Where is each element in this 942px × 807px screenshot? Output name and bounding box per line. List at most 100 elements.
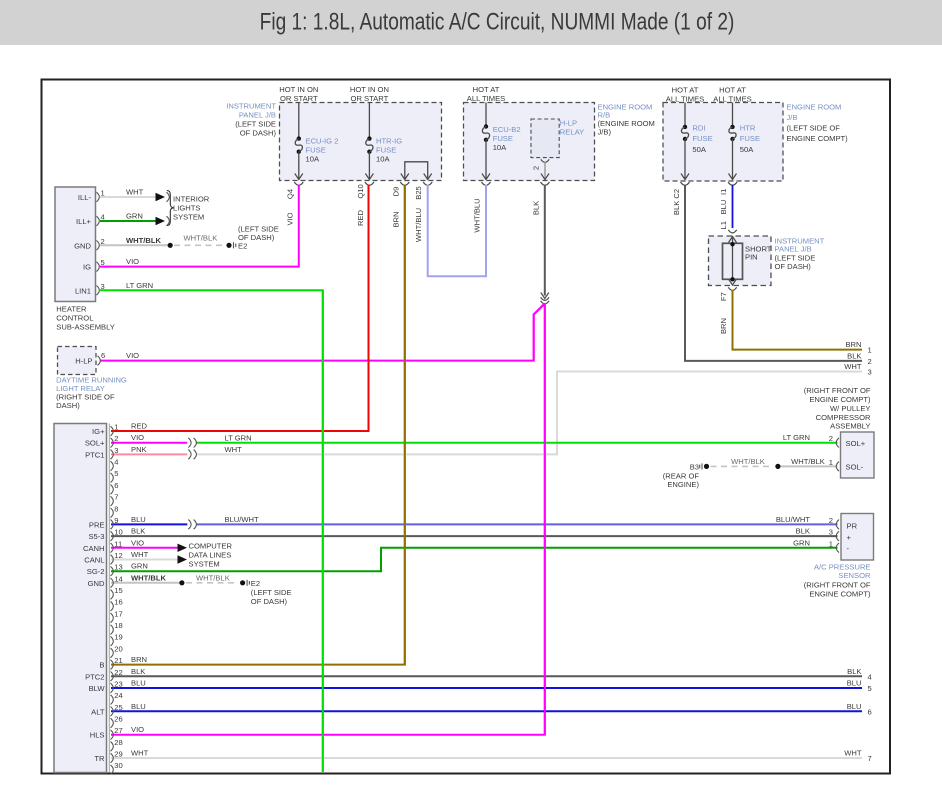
svg-text:L1: L1 <box>719 221 728 229</box>
svg-text:11: 11 <box>114 539 122 548</box>
svg-text:OF DASH): OF DASH) <box>251 597 288 606</box>
svg-text:OR START: OR START <box>280 94 318 103</box>
svg-text:ALL TIMES: ALL TIMES <box>713 95 751 104</box>
svg-text:SG-2: SG-2 <box>87 567 105 576</box>
svg-text:17: 17 <box>114 609 122 618</box>
svg-text:J/B): J/B) <box>598 128 612 137</box>
svg-text:VIO: VIO <box>131 433 144 442</box>
svg-text:D9: D9 <box>391 187 400 197</box>
svg-text:29: 29 <box>114 750 122 759</box>
svg-text:BLU: BLU <box>131 515 146 524</box>
svg-text:CANH: CANH <box>83 544 105 553</box>
svg-text:LT GRN: LT GRN <box>126 281 153 290</box>
svg-text:VIO: VIO <box>126 351 139 360</box>
svg-text:25: 25 <box>114 703 122 712</box>
svg-text:VIO: VIO <box>131 725 144 734</box>
svg-text:GRN: GRN <box>126 212 143 221</box>
svg-text:3: 3 <box>101 282 105 291</box>
svg-text:PANEL J/B: PANEL J/B <box>775 244 812 253</box>
svg-text:1: 1 <box>868 346 872 355</box>
svg-text:Fig 1: 1.8L, Automatic A/C Cir: Fig 1: 1.8L, Automatic A/C Circuit, NUMM… <box>260 7 735 35</box>
svg-text:RDI: RDI <box>692 124 705 133</box>
svg-text:2: 2 <box>829 516 833 525</box>
svg-text:HEATER: HEATER <box>56 304 87 313</box>
svg-text:B: B <box>99 661 104 670</box>
svg-text:FUSE: FUSE <box>306 146 326 155</box>
svg-text:ENGINE ROOM: ENGINE ROOM <box>787 103 842 112</box>
svg-text:BLK C2: BLK C2 <box>672 189 681 215</box>
svg-text:BRN: BRN <box>391 211 400 227</box>
svg-text:S5-3: S5-3 <box>88 532 104 541</box>
svg-text:WHT/BLK: WHT/BLK <box>791 457 825 466</box>
svg-text:BLU/WHT: BLU/WHT <box>225 515 260 524</box>
svg-text:DATA LINES: DATA LINES <box>189 551 232 560</box>
svg-text:WHT/BLU: WHT/BLU <box>414 208 423 242</box>
svg-text:(LEFT SIDE: (LEFT SIDE <box>251 588 292 597</box>
svg-text:50A: 50A <box>692 145 706 154</box>
svg-text:22: 22 <box>114 668 122 677</box>
svg-text:A/C PRESSURE: A/C PRESSURE <box>814 562 871 571</box>
svg-text:HOT AT: HOT AT <box>719 85 746 94</box>
svg-text:6: 6 <box>868 707 872 716</box>
svg-text:WHT: WHT <box>131 749 149 758</box>
svg-text:10A: 10A <box>376 154 390 163</box>
svg-text:BLU: BLU <box>131 702 146 711</box>
svg-text:B3: B3 <box>690 462 699 471</box>
svg-text:BRN: BRN <box>719 318 728 334</box>
svg-text:24: 24 <box>114 691 122 700</box>
svg-text:13: 13 <box>114 563 122 572</box>
svg-text:7: 7 <box>868 754 872 763</box>
svg-text:ILL-: ILL- <box>78 193 92 202</box>
svg-text:DASH): DASH) <box>56 401 80 410</box>
svg-text:PR: PR <box>847 521 858 530</box>
svg-text:E2: E2 <box>238 241 247 250</box>
svg-text:INSTRUMENT: INSTRUMENT <box>226 102 276 111</box>
svg-text:10: 10 <box>114 528 122 537</box>
svg-text:BLU: BLU <box>847 679 862 688</box>
svg-text:COMPUTER: COMPUTER <box>189 541 233 550</box>
svg-text:HTR-IG: HTR-IG <box>376 137 402 146</box>
svg-text:BLK: BLK <box>131 667 145 676</box>
svg-text:HOT IN ON: HOT IN ON <box>350 85 389 94</box>
svg-text:FUSE: FUSE <box>740 134 760 143</box>
svg-text:5: 5 <box>101 258 105 267</box>
svg-text:ALL TIMES: ALL TIMES <box>467 94 505 103</box>
svg-text:BLU: BLU <box>847 702 862 711</box>
svg-text:HLS: HLS <box>90 731 105 740</box>
svg-text:WHT: WHT <box>131 550 149 559</box>
svg-text:26: 26 <box>114 715 122 724</box>
svg-text:WHT: WHT <box>126 188 144 197</box>
svg-text:BLK: BLK <box>847 667 861 676</box>
svg-text:Q4: Q4 <box>285 189 294 199</box>
svg-text:WHT/BLK: WHT/BLK <box>731 457 765 466</box>
svg-text:4: 4 <box>868 672 872 681</box>
svg-text:5: 5 <box>868 684 872 693</box>
svg-text:ENGINE COMPT): ENGINE COMPT) <box>809 590 871 599</box>
svg-text:CANL: CANL <box>84 556 104 565</box>
svg-text:BLK: BLK <box>796 527 810 536</box>
svg-text:6: 6 <box>101 351 105 360</box>
svg-text:HTR: HTR <box>740 124 756 133</box>
svg-text:VIO: VIO <box>285 212 294 225</box>
svg-text:BLK: BLK <box>532 201 541 215</box>
svg-text:BLW: BLW <box>89 684 106 693</box>
svg-text:1: 1 <box>114 423 118 432</box>
svg-text:HOT AT: HOT AT <box>672 85 699 94</box>
svg-text:BLU/WHT: BLU/WHT <box>776 515 811 524</box>
svg-text:ASSEMBLY: ASSEMBLY <box>830 422 870 431</box>
svg-text:IG: IG <box>83 263 91 272</box>
svg-text:OF DASH): OF DASH) <box>240 128 277 137</box>
svg-text:B25: B25 <box>414 186 423 200</box>
svg-text:23: 23 <box>114 680 122 689</box>
svg-text:2: 2 <box>114 434 118 443</box>
svg-text:(RIGHT FRONT OF: (RIGHT FRONT OF <box>804 580 871 589</box>
svg-text:WHT: WHT <box>844 362 862 371</box>
svg-text:HOT IN ON: HOT IN ON <box>279 85 318 94</box>
svg-text:15: 15 <box>114 586 122 595</box>
svg-text:FUSE: FUSE <box>692 134 712 143</box>
svg-text:TR: TR <box>94 754 105 763</box>
svg-text:RED: RED <box>131 422 148 431</box>
svg-text:16: 16 <box>114 598 122 607</box>
svg-text:7: 7 <box>114 493 118 502</box>
svg-text:SUB-ASSEMBLY: SUB-ASSEMBLY <box>56 323 115 332</box>
